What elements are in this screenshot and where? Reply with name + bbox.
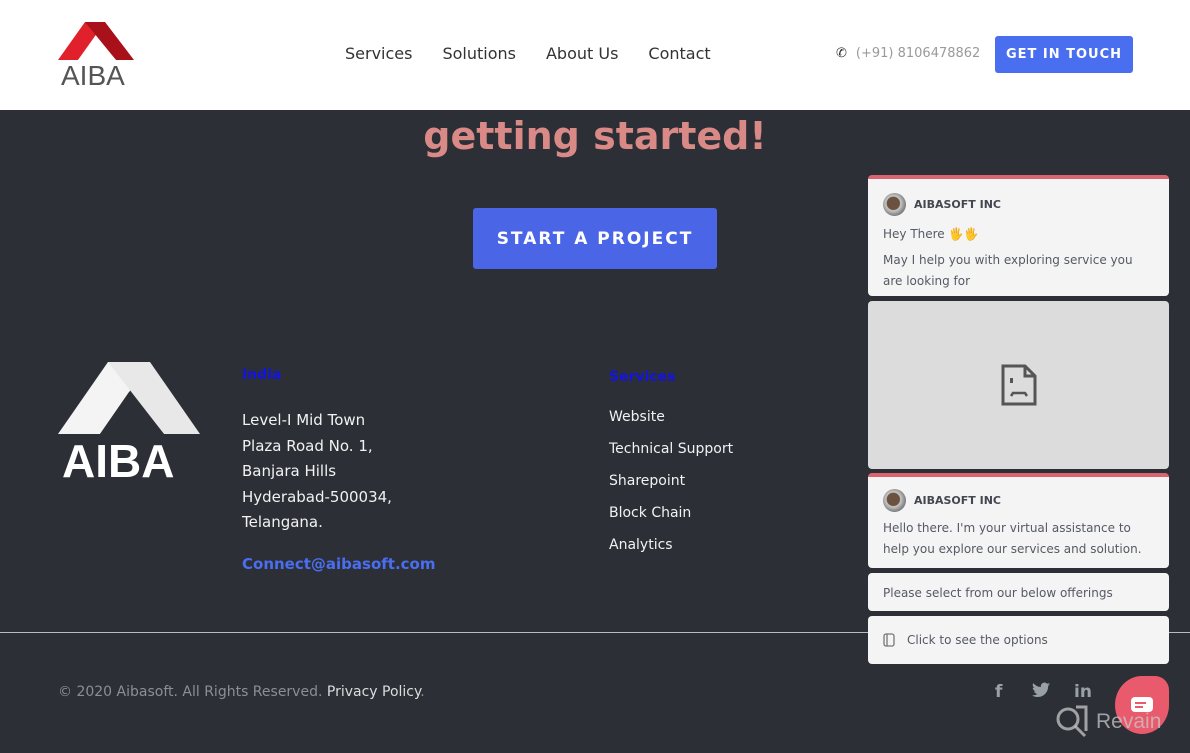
nav-contact[interactable]: Contact	[648, 44, 710, 63]
twitter-icon[interactable]	[1032, 682, 1050, 703]
address-line: Banjara Hills	[242, 462, 337, 480]
service-link-block-chain[interactable]: Block Chain	[609, 502, 733, 534]
options-icon	[883, 633, 895, 647]
address-line: Plaza Road No. 1,	[242, 436, 373, 455]
nav-solutions[interactable]: Solutions	[442, 44, 516, 63]
footer-logo-text: AIBA	[62, 435, 175, 487]
nav-services[interactable]: Services	[345, 44, 412, 63]
chat-sender-name: AIBASOFT INC	[914, 198, 1001, 211]
chat-prompt: Please select from our below offerings	[883, 586, 1113, 600]
linkedin-icon[interactable]: in	[1074, 682, 1092, 702]
address-line: Telangana.	[242, 513, 323, 531]
address-line: Level-I Mid Town	[242, 411, 366, 429]
chat-greeting: Hey There 🖐🖐	[883, 227, 979, 241]
broken-embed	[868, 301, 1169, 469]
period: .	[420, 684, 425, 700]
service-link-sharepoint[interactable]: Sharepoint	[609, 470, 733, 502]
service-link-analytics[interactable]: Analytics	[609, 534, 733, 566]
revain-logo-icon	[1056, 705, 1088, 738]
roof-icon	[58, 362, 200, 434]
address-block: Level-I Mid Town Plaza Road No. 1, Banja…	[242, 408, 392, 536]
start-project-button[interactable]: START A PROJECT	[473, 208, 717, 269]
facebook-icon[interactable]: f	[995, 682, 1002, 702]
chat-options-button[interactable]: Click to see the options	[868, 616, 1169, 664]
revain-watermark: Revain	[1054, 705, 1161, 739]
hero-title: getting started!	[423, 114, 767, 158]
services-list: Website Technical Support Sharepoint Blo…	[609, 406, 733, 566]
footer-logo[interactable]: AIBA	[58, 362, 200, 487]
chat-sender: AIBASOFT INC	[868, 477, 1169, 512]
copyright: © 2020 Aibasoft. All Rights Reserved. Pr…	[58, 684, 425, 700]
service-link-website[interactable]: Website	[609, 406, 733, 438]
logo-text: AIBA	[61, 60, 125, 91]
copyright-text: © 2020 Aibasoft. All Rights Reserved.	[58, 684, 323, 700]
chat-greeting-body: May I help you with exploring service yo…	[883, 253, 1133, 288]
broken-page-icon	[1001, 364, 1036, 406]
aiba-logo[interactable]: AIBA	[58, 22, 136, 91]
chat-sender: AIBASOFT INC	[868, 179, 1169, 216]
phone-contact[interactable]: ✆ (+91) 8106478862	[836, 46, 980, 61]
address-line: Hyderabad-500034,	[242, 487, 392, 506]
email-link[interactable]: Connect@aibasoft.com	[242, 555, 435, 573]
nav-about-us[interactable]: About Us	[546, 44, 618, 63]
chat-options-label: Click to see the options	[907, 633, 1048, 647]
bot-avatar	[883, 489, 906, 512]
chat-message-greeting: AIBASOFT INC Hey There 🖐🖐 May I help you…	[868, 175, 1169, 296]
chat-intro: Hello there. I'm your virtual assistance…	[883, 521, 1142, 556]
chat-sender-name: AIBASOFT INC	[914, 494, 1001, 507]
main-nav: Services Solutions About Us Contact	[345, 44, 711, 63]
service-link-technical-support[interactable]: Technical Support	[609, 438, 733, 470]
address-heading: India	[242, 367, 282, 383]
site-header: AIBA Services Solutions About Us Contact…	[0, 0, 1190, 110]
chat-message-prompt: Please select from our below offerings	[868, 573, 1169, 611]
phone-icon: ✆	[836, 46, 847, 61]
phone-number: (+91) 8106478862	[855, 46, 981, 61]
chat-message-intro: AIBASOFT INC Hello there. I'm your virtu…	[868, 473, 1169, 568]
privacy-policy-link[interactable]: Privacy Policy	[327, 684, 420, 700]
services-heading: Services	[609, 369, 676, 385]
revain-text: Revain	[1096, 710, 1162, 733]
get-in-touch-button[interactable]: GET IN TOUCH	[995, 36, 1133, 73]
roof-icon	[58, 22, 134, 60]
bot-avatar	[883, 193, 906, 216]
